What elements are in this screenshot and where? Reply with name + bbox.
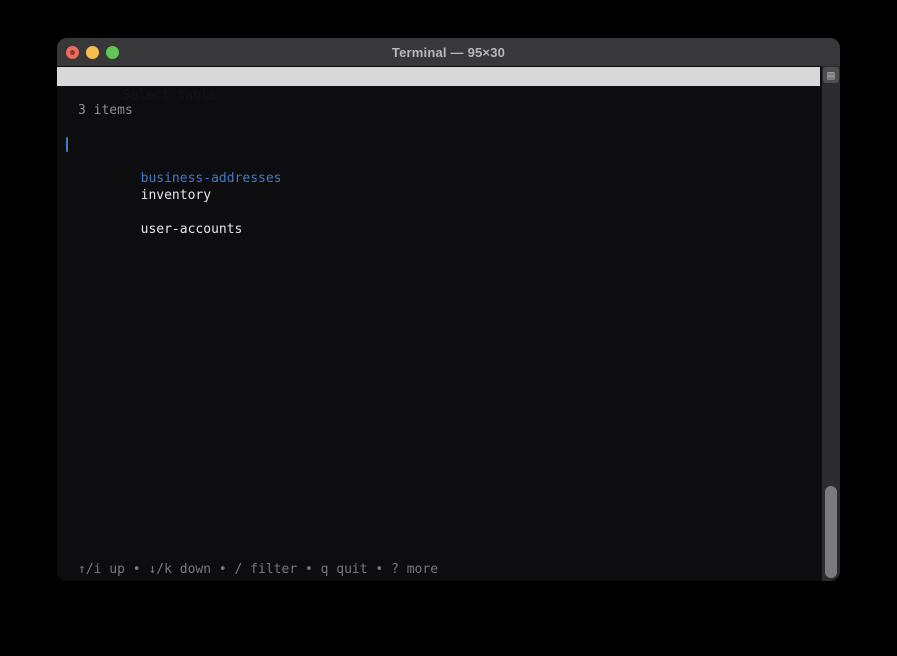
- list-title: Select table: [123, 88, 217, 103]
- list-item-user-accounts[interactable]: user-accounts: [57, 204, 820, 221]
- split-pane-button[interactable]: ▤: [823, 67, 839, 83]
- items-count: 3 items: [57, 102, 820, 119]
- scrollbar-thumb[interactable]: [825, 486, 837, 578]
- titlebar[interactable]: Terminal — 95×30: [57, 38, 840, 66]
- scrollbar[interactable]: ▤: [822, 66, 840, 581]
- terminal-window: Terminal — 95×30 Select table 3 items bu…: [57, 38, 840, 581]
- close-button-icon[interactable]: [66, 46, 79, 59]
- minimize-button-icon[interactable]: [86, 46, 99, 59]
- help-bar: ↑/i up • ↓/k down • / filter • q quit • …: [57, 561, 820, 578]
- list-item-business-addresses[interactable]: business-addresses: [57, 136, 820, 153]
- zoom-button-icon[interactable]: [106, 46, 119, 59]
- traffic-lights: [66, 38, 119, 66]
- list-item-label: inventory: [141, 188, 211, 203]
- list-title-bar: Select table: [57, 67, 820, 86]
- list-item-inventory[interactable]: inventory: [57, 170, 820, 187]
- terminal-content: Select table 3 items business-addresses …: [57, 66, 840, 581]
- window-title: Terminal — 95×30: [392, 45, 505, 60]
- split-pane-icon: ▤: [827, 67, 834, 83]
- desktop-background: Terminal — 95×30 Select table 3 items bu…: [0, 0, 897, 656]
- list-item-label: user-accounts: [141, 222, 243, 237]
- selection-cursor: [66, 137, 68, 152]
